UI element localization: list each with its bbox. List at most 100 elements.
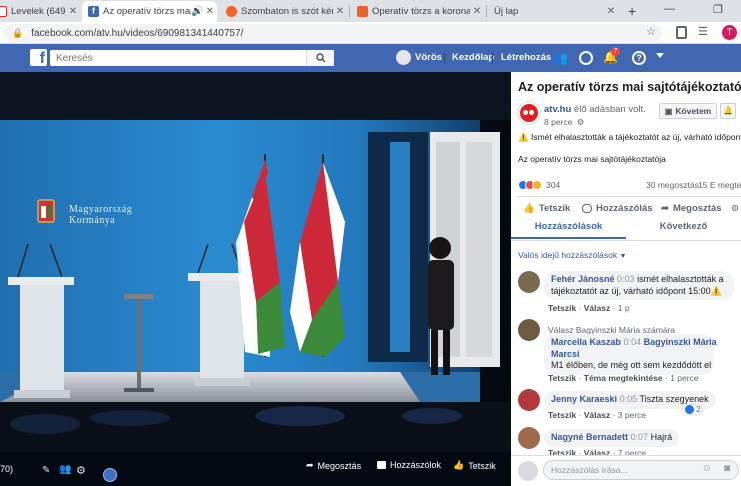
follow-button[interactable]: ▣ Követem	[659, 103, 717, 119]
tab-next[interactable]: Következő	[626, 217, 741, 239]
close-icon[interactable]: ✕	[66, 6, 80, 17]
gear-icon[interactable]: ⚙	[76, 464, 86, 477]
profile-avatar[interactable]	[396, 50, 411, 65]
chevron-down-icon[interactable]	[656, 53, 664, 58]
emoji-icon[interactable]: ☺	[702, 463, 712, 474]
comment-time[interactable]: 0:05	[620, 394, 638, 404]
like-button[interactable]: 👍 Tetszik	[523, 203, 570, 214]
bell-icon[interactable]: 🔔	[720, 103, 736, 119]
facebook-logo[interactable]: f	[30, 49, 47, 66]
view-thread-link[interactable]: Téma megtekintése	[584, 373, 663, 383]
edit-icon[interactable]: ✎	[42, 465, 50, 476]
comment-text: Tiszta szegyenek	[639, 394, 709, 404]
reading-list-icon[interactable]: ☰	[698, 25, 708, 38]
share-arrow-icon: ➦	[661, 203, 669, 214]
tab-szombaton[interactable]: Szombaton is szót kér az op ✕	[220, 1, 347, 22]
tab-comments[interactable]: Hozzászólások	[511, 217, 626, 239]
comment-button[interactable]: Hozzászólás	[582, 203, 653, 214]
friends-icon[interactable]: 👥	[553, 51, 568, 65]
nav-home[interactable]: Kezdőlap	[452, 52, 494, 63]
share-button[interactable]: ➦ Megosztás	[661, 203, 722, 214]
comment-placeholder: Hozzászólás írása...	[551, 465, 628, 475]
page-name-link[interactable]: atv.hu	[544, 104, 571, 115]
more-icon[interactable]: ⊚	[731, 203, 739, 214]
video-player[interactable]: Magyarország Kormánya 70) ✎ 👥 ⚙ ➦ Megosz…	[0, 72, 511, 486]
new-tab-button[interactable]: +	[628, 3, 636, 19]
avatar[interactable]	[518, 271, 540, 293]
comment-like-link[interactable]: Tetszik	[548, 410, 576, 420]
comment-time[interactable]: 0:07	[631, 432, 649, 442]
tab-facebook-video[interactable]: f Az operatív törzs mai saj 🔊 ✕	[82, 1, 217, 22]
post-time[interactable]: 8 perce	[544, 117, 572, 127]
url-text[interactable]: facebook.com/atv.hu/videos/6909813414407…	[31, 28, 243, 39]
restore-icon[interactable]: ❐	[713, 3, 723, 16]
video-like-button[interactable]: 👍 Tetszik	[453, 460, 496, 471]
comment-text: M1 élőben, de még ott sem kezdődött el	[551, 360, 712, 370]
comment-like-link[interactable]: Tetszik	[548, 303, 576, 313]
close-icon[interactable]: ✕	[203, 6, 217, 17]
nav-create[interactable]: Létrehozás	[501, 52, 551, 63]
chevron-down-icon: ▼	[619, 253, 627, 260]
omnibox[interactable]: 🔒 facebook.com/atv.hu/videos/69098134144…	[4, 24, 662, 42]
tab-operativ-torzs[interactable]: Operatív törzs a koronavírus ✕	[351, 1, 484, 22]
tab-title: Az operatív törzs mai saj	[103, 6, 191, 17]
comment-mention-cont[interactable]: Marcsi	[551, 349, 580, 359]
avatar[interactable]	[518, 389, 540, 411]
close-icon[interactable]: ✕	[470, 6, 484, 17]
video-comment-button[interactable]: Hozzászólok	[377, 460, 441, 470]
avatar[interactable]	[518, 319, 540, 341]
globe-icon[interactable]	[103, 468, 117, 482]
site-icon	[357, 6, 368, 17]
page-avatar[interactable]	[518, 102, 540, 124]
logo-line-2: Kormánya	[69, 215, 116, 226]
comment-author[interactable]: Jenny Karaeski	[551, 394, 617, 404]
tab-title: Operatív törzs a koronavírus	[372, 6, 470, 17]
tab-title: Új lap	[494, 6, 519, 17]
profile-avatar[interactable]: T	[722, 25, 737, 40]
share-arrow-icon: ➦	[306, 460, 314, 470]
comment-age: 3 perce	[617, 410, 647, 420]
comment-meta: Tetszik · Válasz · 3 perce	[548, 410, 647, 420]
comment-author[interactable]: Marcella Kaszab	[551, 337, 621, 347]
avatar[interactable]	[518, 427, 540, 449]
reaction-summary[interactable]: 304	[518, 180, 560, 190]
gear-icon: ⚙	[576, 117, 585, 127]
comment-text: ismét elhalasztották a	[637, 274, 724, 284]
like-label: Tetszik	[538, 203, 571, 214]
comment-time[interactable]: 0:03	[617, 274, 635, 284]
messenger-icon[interactable]	[579, 51, 593, 65]
close-icon[interactable]: ✕	[604, 6, 618, 17]
comment-icon	[377, 461, 386, 469]
video-share-button[interactable]: ➦ Megosztás	[306, 460, 361, 471]
profile-link[interactable]: Vörös	[415, 52, 442, 63]
warning-icon: ⚠️	[710, 285, 722, 296]
comment-icon	[582, 204, 592, 213]
camera-icon[interactable]: ◙	[724, 463, 730, 474]
chat-count-text: 70)	[0, 464, 14, 474]
comment-like-link[interactable]: Tetszik	[548, 373, 576, 383]
comment-author[interactable]: Fehér Jánosné	[551, 274, 615, 284]
extension-icon[interactable]	[676, 26, 687, 39]
tab-new[interactable]: Új lap ✕	[488, 1, 618, 22]
search-button[interactable]	[306, 50, 334, 66]
thumbs-up-icon: 👍	[523, 203, 535, 214]
post-notice-text: Ismét elhalasztották a tájékoztatót az ú…	[530, 132, 741, 142]
comment-input[interactable]: Hozzászólás írása... ☺ ◙	[543, 460, 739, 480]
minimize-icon[interactable]: —	[664, 3, 675, 15]
comment-mention[interactable]: Bagyinszki Mária	[644, 337, 717, 347]
comment-author[interactable]: Nagyné Bernadett	[551, 432, 628, 442]
comment-time[interactable]: 0:04	[624, 337, 642, 347]
close-icon[interactable]: ✕	[333, 6, 347, 17]
comment-reply-link[interactable]: Válasz	[584, 303, 610, 313]
people-icon[interactable]: 👥	[59, 464, 71, 475]
share-count[interactable]: 30 megosztás	[646, 180, 699, 190]
help-icon[interactable]: ?	[632, 51, 646, 65]
video-share-label: Megosztás	[317, 460, 362, 471]
comment-reply-link[interactable]: Válasz	[584, 410, 610, 420]
comment-reactions[interactable]: 2	[683, 405, 703, 414]
star-icon[interactable]: ☆	[646, 25, 656, 38]
comment-filter-dropdown[interactable]: Valós idejű hozzászólások ▼	[518, 250, 626, 260]
tab-gmail[interactable]: Levelek (649) - frcr ✕	[0, 1, 80, 22]
speaker-icon[interactable]: 🔊	[191, 6, 203, 17]
search-input[interactable]	[50, 52, 300, 64]
